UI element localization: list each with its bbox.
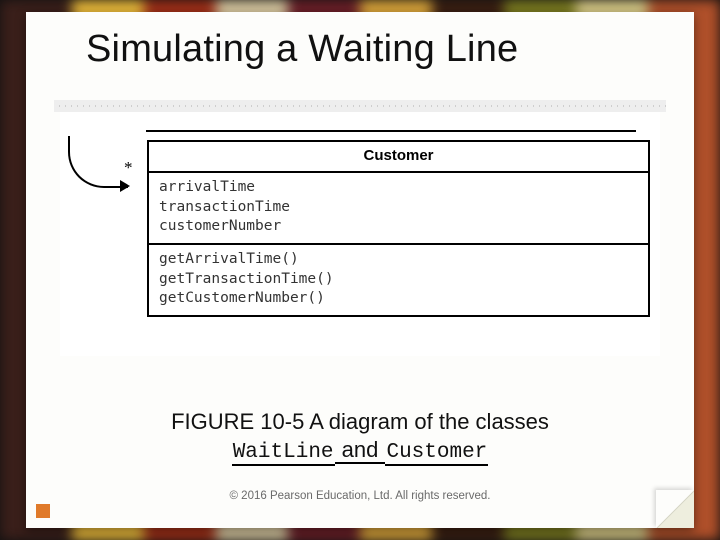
caption-prefix: FIGURE 10-5 A diagram of the classes (171, 409, 549, 434)
figure-caption: FIGURE 10-5 A diagram of the classes Wai… (26, 408, 694, 466)
caption-class-a: WaitLine (232, 441, 335, 466)
page-curl-icon (656, 490, 694, 528)
uml-class-box: Customer arrivalTime transactionTime cus… (147, 140, 650, 317)
caption-joiner: and (335, 437, 386, 464)
copyright-text: © 2016 Pearson Education, Ltd. All right… (26, 490, 694, 502)
uml-class-name: Customer (149, 142, 648, 173)
slide-title: Simulating a Waiting Line (86, 28, 518, 71)
caption-class-b: Customer (385, 441, 488, 466)
uml-operations: getArrivalTime() getTransactionTime() ge… (149, 245, 648, 315)
uml-attribute: customerNumber (159, 217, 638, 237)
multiplicity-label: * (124, 158, 133, 178)
uml-operation: getArrivalTime() (159, 250, 638, 270)
uml-attribute: arrivalTime (159, 178, 638, 198)
truncated-box-edge (146, 118, 636, 132)
uml-attributes: arrivalTime transactionTime customerNumb… (149, 173, 648, 245)
slide-body: Simulating a Waiting Line * Customer arr… (26, 12, 694, 528)
uml-operation: getTransactionTime() (159, 270, 638, 290)
uml-diagram: * Customer arrivalTime transactionTime c… (60, 106, 660, 356)
uml-operation: getCustomerNumber() (159, 289, 638, 309)
uml-attribute: transactionTime (159, 198, 638, 218)
accent-square-icon (36, 504, 50, 518)
torn-edge-decoration (54, 100, 666, 112)
